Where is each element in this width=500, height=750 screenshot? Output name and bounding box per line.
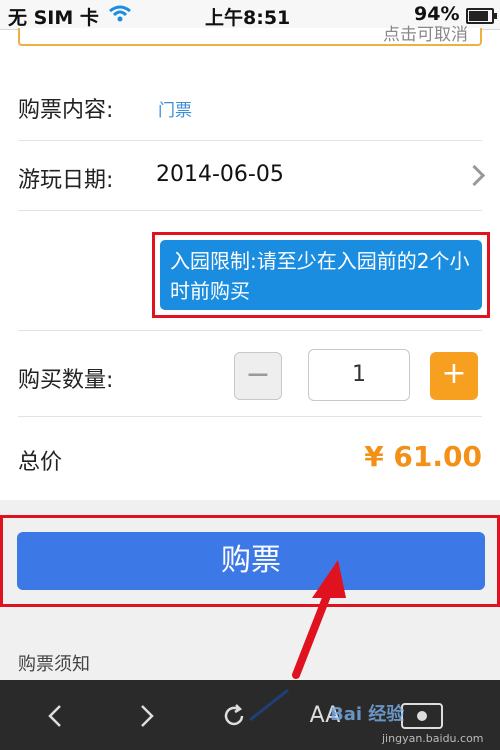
chevron-right-icon[interactable] bbox=[463, 164, 486, 187]
total-price: ¥ 61.00 bbox=[364, 440, 482, 473]
carrier-text: 无 SIM 卡 bbox=[8, 7, 99, 29]
wifi-icon bbox=[109, 5, 131, 22]
purchase-notes-title: 购票须知 bbox=[18, 654, 90, 675]
forward-icon[interactable] bbox=[132, 702, 160, 730]
battery-icon bbox=[466, 8, 497, 24]
quantity-label: 购买数量: bbox=[18, 368, 114, 393]
cancel-notice-text: 点击可取消 bbox=[383, 25, 468, 45]
clock-text: 上午8:51 bbox=[205, 7, 291, 29]
quantity-minus-button[interactable]: − bbox=[234, 352, 282, 400]
watermark-url: jingyan.baidu.com bbox=[382, 732, 484, 745]
visit-date-value[interactable]: 2014-06-05 bbox=[156, 162, 284, 187]
buy-button-highlight: 购票 bbox=[0, 515, 500, 607]
watermark-brand: Bai 经验 bbox=[330, 704, 405, 725]
total-label: 总价 bbox=[18, 450, 63, 475]
visit-date-row[interactable]: 游玩日期: 2014-06-05 bbox=[18, 140, 486, 211]
tip-highlight-box: 入园限制:请至少在入园前的2个小时前购买 bbox=[152, 232, 490, 318]
ticket-content-row: 购票内容: 门票 bbox=[18, 70, 482, 141]
back-icon[interactable] bbox=[42, 702, 70, 730]
quantity-plus-button[interactable]: + bbox=[430, 352, 478, 400]
refresh-icon[interactable] bbox=[220, 702, 248, 730]
visit-date-label: 游玩日期: bbox=[18, 168, 114, 193]
quantity-input[interactable]: 1 bbox=[308, 349, 410, 401]
cancel-notice[interactable]: 点击可取消 bbox=[18, 25, 482, 46]
entry-restriction-tip: 入园限制:请至少在入园前的2个小时前购买 bbox=[160, 240, 482, 310]
ticket-content-label: 购票内容: bbox=[18, 98, 114, 123]
ticket-content-value[interactable]: 门票 bbox=[158, 96, 192, 121]
buy-button[interactable]: 购票 bbox=[17, 532, 485, 590]
baidu-icon[interactable] bbox=[400, 702, 444, 730]
